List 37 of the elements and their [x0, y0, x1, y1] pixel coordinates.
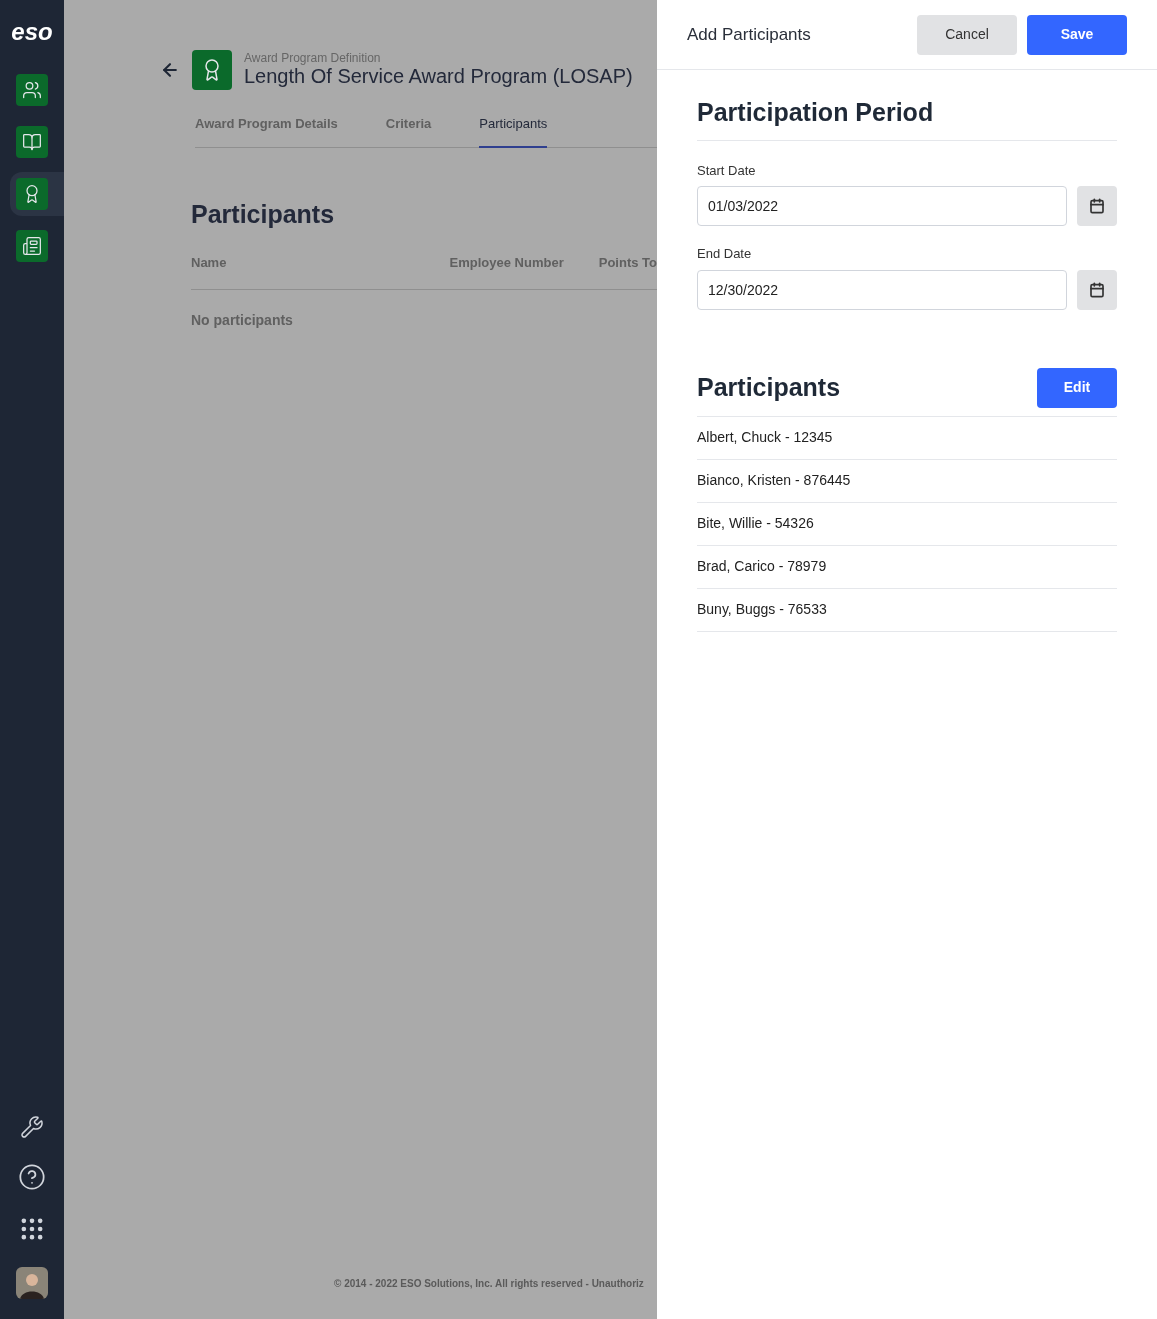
- column-header: Employee Number: [449, 254, 565, 272]
- empty-message: No participants: [191, 310, 294, 330]
- back-arrow-icon[interactable]: [160, 60, 180, 80]
- participant-name: Bianco, Kristen - 876445: [697, 471, 851, 490]
- nav-item[interactable]: [10, 172, 64, 216]
- date-field[interactable]: 01/03/2022: [697, 186, 1067, 226]
- footer-text: © 2014 - 2022 ESO Solutions, Inc. All rights reserved - Unauthoriz: [334, 1277, 645, 1291]
- page-subtitle: Award Program Definition: [244, 51, 382, 64]
- column-header: Points To: [598, 254, 657, 272]
- tab[interactable]: Participants: [479, 106, 548, 148]
- edit-button[interactable]: Edit: [1037, 367, 1117, 408]
- book-icon: [22, 132, 42, 152]
- participant-name: Buny, Buggs - 76533: [697, 600, 827, 619]
- calendar-button[interactable]: [1077, 269, 1117, 310]
- cancel-button[interactable]: Cancel: [917, 14, 1017, 55]
- wrench-icon[interactable]: [20, 1115, 44, 1139]
- newspaper-icon: [22, 236, 42, 256]
- field-label: Start Date: [697, 161, 757, 180]
- calendar-icon: [1089, 198, 1105, 214]
- save-button[interactable]: Save: [1027, 14, 1127, 55]
- logo: eso: [11, 20, 53, 44]
- participant-name: Albert, Chuck - 12345: [697, 428, 833, 447]
- date-field[interactable]: 12/30/2022: [697, 269, 1067, 310]
- calendar-button[interactable]: [1077, 186, 1117, 226]
- column-header: Name: [191, 254, 228, 272]
- section-title: Participants: [697, 371, 841, 403]
- participant-name: Brad, Carico - 78979: [697, 557, 827, 576]
- avatar[interactable]: [16, 1267, 48, 1299]
- calendar-icon: [1089, 281, 1105, 298]
- participant-name: Bite, Willie - 54326: [697, 514, 814, 533]
- drawer-title: Add Participants: [687, 23, 811, 46]
- section-title: Participation Period: [697, 94, 1117, 141]
- people-icon: [22, 80, 42, 100]
- section-title: Participants: [191, 198, 336, 230]
- help-icon[interactable]: [18, 1163, 46, 1191]
- field-label: End Date: [697, 245, 753, 263]
- page-title: Length Of Service Award Program (LOSAP): [244, 64, 633, 89]
